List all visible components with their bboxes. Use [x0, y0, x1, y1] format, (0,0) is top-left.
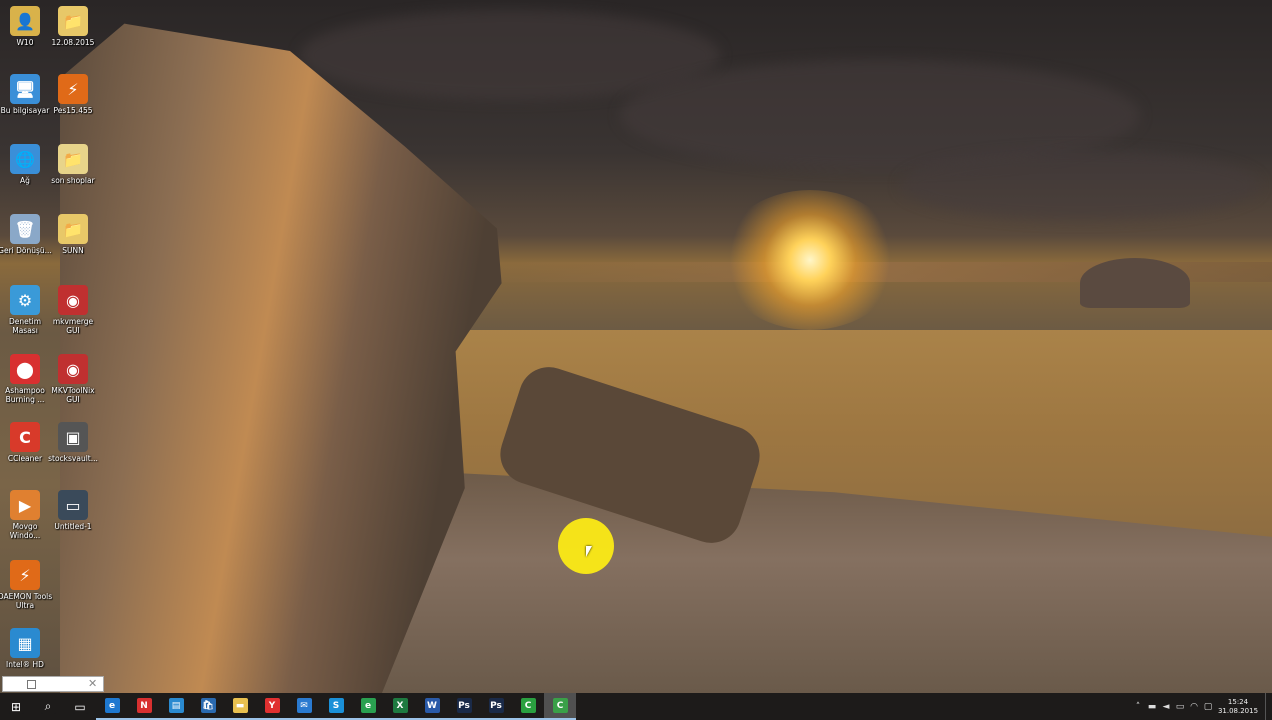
taskbar-button-yandex[interactable]: Y	[256, 693, 288, 720]
search-icon: ⌕	[40, 699, 56, 714]
battery-icon[interactable]: ▭	[1173, 702, 1187, 712]
mkvtoolnix-icon: ◉	[58, 354, 88, 384]
taskbar-button-start[interactable]: ⊞	[0, 693, 32, 720]
ashampoo-icon: ⬤	[10, 354, 40, 384]
distant-rock	[1080, 258, 1190, 308]
daemon-tools-icon: ⚡	[10, 560, 40, 590]
desktop-icon-sunn[interactable]: 📁 SUNN	[45, 212, 101, 270]
sun	[720, 190, 900, 330]
desktop-icon-date-folder[interactable]: 📁 12.08.2015	[45, 4, 101, 62]
taskbar-button-word[interactable]: W	[416, 693, 448, 720]
taskbar-button-app-red[interactable]: N	[128, 693, 160, 720]
clock-time: 15:24	[1227, 697, 1249, 706]
desktop-icon-daemon[interactable]: ⚡ DAEMON Tools Ultra	[0, 558, 53, 616]
folder-icon: 📁	[58, 144, 88, 174]
close-icon[interactable]: ✕	[88, 677, 97, 691]
desktop-icon-son-shoplar[interactable]: 📁 son shoplar	[45, 142, 101, 200]
desktop-icon-label: Pes15.455	[53, 106, 93, 115]
file-explorer-icon: ▬	[232, 698, 248, 713]
volume-icon[interactable]: ◄	[1159, 702, 1173, 712]
taskbar-button-mail[interactable]: ✉	[288, 693, 320, 720]
desktop-icon-untitled[interactable]: ▭ Untitled-1	[45, 488, 101, 546]
desktop-icon-label: MKVToolNix GUI	[51, 386, 95, 404]
desktop-icon-pes[interactable]: ⚡ Pes15.455	[45, 72, 101, 130]
taskbar-button-photoshop2[interactable]: Ps	[480, 693, 512, 720]
yandex-browser-icon: Y	[264, 698, 280, 713]
taskbar-button-explorer[interactable]: ▬	[224, 693, 256, 720]
camtasia-icon: C	[520, 698, 536, 713]
image-file-icon: ▣	[58, 422, 88, 452]
taskbar-button-store[interactable]: 🛍	[192, 693, 224, 720]
desktop-icon-label: Untitled-1	[54, 522, 92, 531]
restore-icon[interactable]	[27, 680, 36, 689]
task-view-icon: ▭	[72, 699, 88, 714]
taskbar: ⊞ ⌕ ▭ e N ▤ 🛍 ▬ Y ✉ Se X W Ps Ps C C ˄ ▬ ◄ ▭ ◠ ▢ 15:24 3…	[0, 693, 1272, 720]
taskbar-button-search[interactable]: ⌕	[32, 693, 64, 720]
pes-app-icon: ⚡	[58, 74, 88, 104]
taskbar-button-excel[interactable]: X	[384, 693, 416, 720]
media-player-icon: ▶	[10, 490, 40, 520]
edge-browser-icon: e	[104, 698, 120, 713]
mkvmerge-icon: ◉	[58, 285, 88, 315]
folder-icon: 📁	[58, 214, 88, 244]
computer-icon: 🖥	[10, 74, 40, 104]
intel-graphics-icon: ▦	[10, 628, 40, 658]
desktop-icon-label: DAEMON Tools Ultra	[0, 592, 53, 610]
store-icon: 🛍	[200, 698, 216, 713]
image-file-icon: ▭	[58, 490, 88, 520]
desktop-icon-label: son shoplar	[51, 176, 95, 185]
taskbar-button-task-view[interactable]: ▭	[64, 693, 96, 720]
taskbar-button-app-blue[interactable]: ▤	[160, 693, 192, 720]
taskbar-button-edge[interactable]: e	[96, 693, 128, 720]
ccleaner-icon: C	[10, 422, 40, 452]
user-folder-icon: 👤	[10, 6, 40, 36]
internet-explorer-icon: e	[360, 698, 376, 713]
system-tray: ˄ ▬ ◄ ▭ ◠ ▢ 15:24 31.08.2015	[1131, 693, 1272, 720]
word-icon: W	[424, 698, 440, 713]
clock[interactable]: 15:24 31.08.2015	[1215, 698, 1261, 716]
desktop-icon-label: SUNN	[62, 246, 84, 255]
taskbar-button-camtasia-green[interactable]: C	[512, 693, 544, 720]
tray-chevron-icon[interactable]: ˄	[1131, 702, 1145, 712]
desktop-icon-mkvmerge[interactable]: ◉ mkvmerge GUI	[45, 283, 101, 341]
control-panel-icon: ⚙	[10, 285, 40, 315]
recycle-bin-icon: 🗑	[10, 214, 40, 244]
desktop-icon-label: 12.08.2015	[51, 38, 95, 47]
taskbar-button-ie[interactable]: e	[352, 693, 384, 720]
wifi-icon[interactable]: ◠	[1187, 702, 1201, 712]
taskbar-button-photoshop1[interactable]: Ps	[448, 693, 480, 720]
photoshop-icon: Ps	[456, 698, 472, 713]
desktop-icon-label: Intel® HD	[6, 660, 44, 669]
cloud	[900, 150, 1260, 220]
desktop-wallpaper[interactable]: 👤 W10 📁 12.08.2015 🖥 Bu bilgisayar ⚡ Pes15.455 🌐…	[0, 0, 1272, 693]
taskbar-button-camtasia-active[interactable]: C	[544, 693, 576, 720]
photoshop-icon: Ps	[488, 698, 504, 713]
minimized-window-bar[interactable]: ✕	[2, 676, 104, 692]
network-tray-icon[interactable]: ▬	[1145, 702, 1159, 712]
excel-icon: X	[392, 698, 408, 713]
folder-icon: 📁	[58, 6, 88, 36]
desktop-icon-mkvtoolnix[interactable]: ◉ MKVToolNix GUI	[45, 352, 101, 410]
skype-icon: S	[328, 698, 344, 713]
windows-start-icon: ⊞	[8, 699, 24, 714]
notification-icon[interactable]: ▢	[1201, 702, 1215, 712]
taskbar-items: ⊞ ⌕ ▭ e N ▤ 🛍 ▬ Y ✉ Se X W Ps Ps C C	[0, 693, 576, 720]
mail-icon: ✉	[296, 698, 312, 713]
desktop-icon-label: mkvmerge GUI	[52, 317, 94, 335]
camtasia-recorder-icon: C	[552, 698, 568, 713]
blue-app-icon: ▤	[168, 698, 184, 713]
desktop-icon-stocksvault[interactable]: ▣ stocksvault...	[45, 420, 101, 478]
clock-date: 31.08.2015	[1217, 706, 1259, 715]
network-icon: 🌐	[10, 144, 40, 174]
taskbar-button-skype[interactable]: S	[320, 693, 352, 720]
red-app-icon: N	[136, 698, 152, 713]
desktop-icon-label: stocksvault...	[48, 454, 98, 463]
mouse-pointer-icon	[586, 546, 592, 557]
show-desktop-button[interactable]	[1265, 693, 1272, 720]
